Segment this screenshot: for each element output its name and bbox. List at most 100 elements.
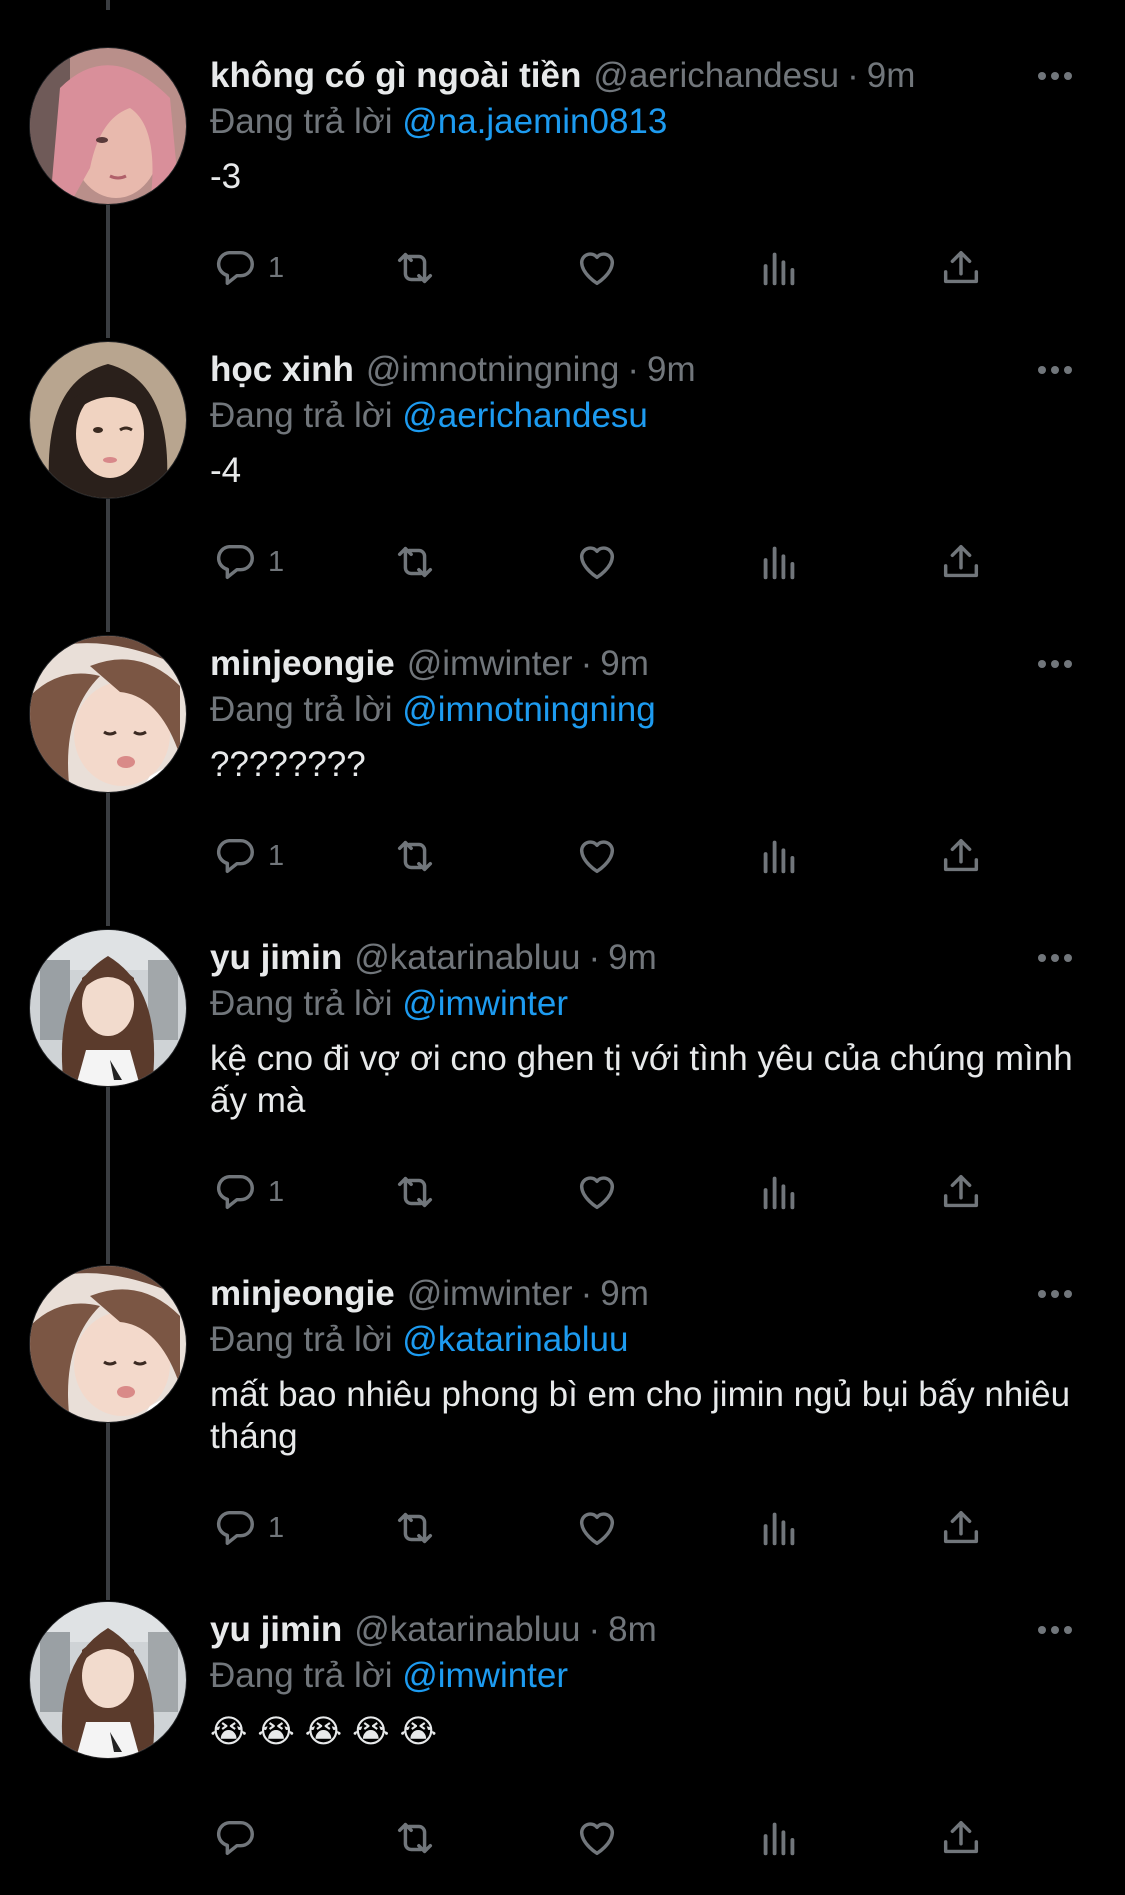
retweet-button[interactable] [392, 828, 438, 884]
reply-count: 1 [268, 251, 285, 284]
mention-link[interactable]: @imnotningning [402, 690, 655, 729]
views-button[interactable] [756, 1164, 802, 1220]
retweet-icon [397, 252, 433, 284]
share-button[interactable] [938, 1164, 984, 1220]
views-button[interactable] [756, 828, 802, 884]
crying-emoji: 😭 [399, 1713, 437, 1749]
views-button[interactable] [756, 534, 802, 590]
avatar-long-hair-outdoor-image [30, 930, 186, 1086]
tweet-time[interactable]: 9m [608, 938, 657, 977]
more-icon[interactable] [1030, 938, 1080, 978]
avatar-pink-hair-image [30, 48, 186, 204]
tweet-time[interactable]: 9m [600, 644, 649, 683]
avatar[interactable] [30, 636, 186, 792]
like-button[interactable] [574, 240, 620, 296]
mention-link[interactable]: @imwinter [402, 984, 568, 1023]
thread-connector-line [106, 498, 110, 632]
tweet-text: ???????? [210, 745, 366, 784]
author-handle[interactable]: @katarinabluu [354, 938, 580, 977]
like-button[interactable] [574, 1810, 620, 1866]
avatar-dark-hair-image [30, 342, 186, 498]
share-button[interactable] [938, 1500, 984, 1556]
reply-button[interactable]: 1 [212, 240, 284, 296]
author-meta: @aerichandesu · 9m [593, 56, 916, 95]
mention-link[interactable]: @katarinabluu [402, 1320, 628, 1359]
avatar[interactable] [30, 1266, 186, 1422]
retweet-button[interactable] [392, 534, 438, 590]
reply-icon [216, 1820, 254, 1856]
tweet-actions: 1 [210, 240, 1010, 296]
reply-count: 1 [268, 1175, 285, 1208]
tweet[interactable]: không có gì ngoài tiền @aerichandesu · 9m … [0, 0, 1125, 338]
replying-to: Đang trả lời @imwinter [210, 984, 569, 1023]
avatar[interactable] [30, 342, 186, 498]
like-button[interactable] [574, 1500, 620, 1556]
like-button[interactable] [574, 534, 620, 590]
avatar[interactable] [30, 1602, 186, 1758]
avatar[interactable] [30, 930, 186, 1086]
mention-link[interactable]: @aerichandesu [402, 396, 648, 435]
author-name[interactable]: học xinh [210, 350, 354, 390]
tweet-actions: 1 [210, 828, 1010, 884]
author-handle[interactable]: @katarinabluu [354, 1610, 580, 1649]
retweet-button[interactable] [392, 1810, 438, 1866]
views-icon [763, 546, 795, 580]
tweet-time[interactable]: 9m [600, 1274, 649, 1313]
author-name[interactable]: yu jimin [210, 938, 342, 978]
views-button[interactable] [756, 1810, 802, 1866]
retweet-button[interactable] [392, 240, 438, 296]
crying-emoji: 😭 [257, 1713, 295, 1749]
author-handle[interactable]: @imnotningning [366, 350, 619, 389]
more-icon[interactable] [1030, 56, 1080, 96]
reply-button[interactable]: 1 [212, 1164, 284, 1220]
more-icon[interactable] [1030, 1610, 1080, 1650]
replying-to: Đang trả lời @katarinabluu [210, 1320, 629, 1359]
like-icon [579, 1176, 615, 1210]
reply-button[interactable]: 1 [212, 534, 284, 590]
views-icon [763, 1512, 795, 1546]
tweet[interactable]: minjeongie @imwinter · 9m Đang trả lời @ka… [0, 1266, 1125, 1600]
reply-count: 1 [268, 839, 285, 872]
reply-button[interactable] [212, 1810, 268, 1866]
views-icon [763, 252, 795, 286]
share-button[interactable] [938, 240, 984, 296]
tweet[interactable]: yu jimin @katarinabluu · 9m Đang trả lời @… [0, 930, 1125, 1264]
tweet[interactable]: minjeongie @imwinter · 9m Đang trả lời @im… [0, 636, 1125, 926]
reply-button[interactable]: 1 [212, 828, 284, 884]
views-button[interactable] [756, 240, 802, 296]
retweet-icon [397, 1176, 433, 1208]
share-button[interactable] [938, 1810, 984, 1866]
mention-link[interactable]: @imwinter [402, 1656, 568, 1695]
author-name[interactable]: minjeongie [210, 1274, 395, 1314]
avatar-long-hair-outdoor-image [30, 1602, 186, 1758]
author-handle[interactable]: @imwinter [407, 1274, 573, 1313]
share-button[interactable] [938, 534, 984, 590]
author-name[interactable]: không có gì ngoài tiền [210, 56, 581, 96]
more-icon[interactable] [1030, 644, 1080, 684]
tweet[interactable]: yu jimin @katarinabluu · 8m Đang trả lời @… [0, 1602, 1125, 1895]
reply-count: 1 [268, 1511, 285, 1544]
retweet-button[interactable] [392, 1500, 438, 1556]
author-name[interactable]: minjeongie [210, 644, 395, 684]
tweet[interactable]: học xinh @imnotningning · 9m Đang trả lời … [0, 342, 1125, 632]
author-handle[interactable]: @imwinter [407, 644, 573, 683]
tweet-time[interactable]: 9m [867, 56, 916, 95]
more-icon[interactable] [1030, 350, 1080, 390]
reply-button[interactable]: 1 [212, 1500, 284, 1556]
tweet-time[interactable]: 9m [647, 350, 696, 389]
tweet-time[interactable]: 8m [608, 1610, 657, 1649]
retweet-button[interactable] [392, 1164, 438, 1220]
mention-link[interactable]: @na.jaemin0813 [402, 102, 667, 141]
author-meta: @imnotningning · 9m [365, 350, 696, 389]
more-icon[interactable] [1030, 1274, 1080, 1314]
views-button[interactable] [756, 1500, 802, 1556]
like-button[interactable] [574, 828, 620, 884]
avatar[interactable] [30, 48, 186, 204]
tweet-actions: 1 [210, 1500, 1010, 1556]
author-handle[interactable]: @aerichandesu [593, 56, 839, 95]
like-icon [579, 252, 615, 286]
like-icon [579, 840, 615, 874]
share-button[interactable] [938, 828, 984, 884]
author-name[interactable]: yu jimin [210, 1610, 342, 1650]
like-button[interactable] [574, 1164, 620, 1220]
